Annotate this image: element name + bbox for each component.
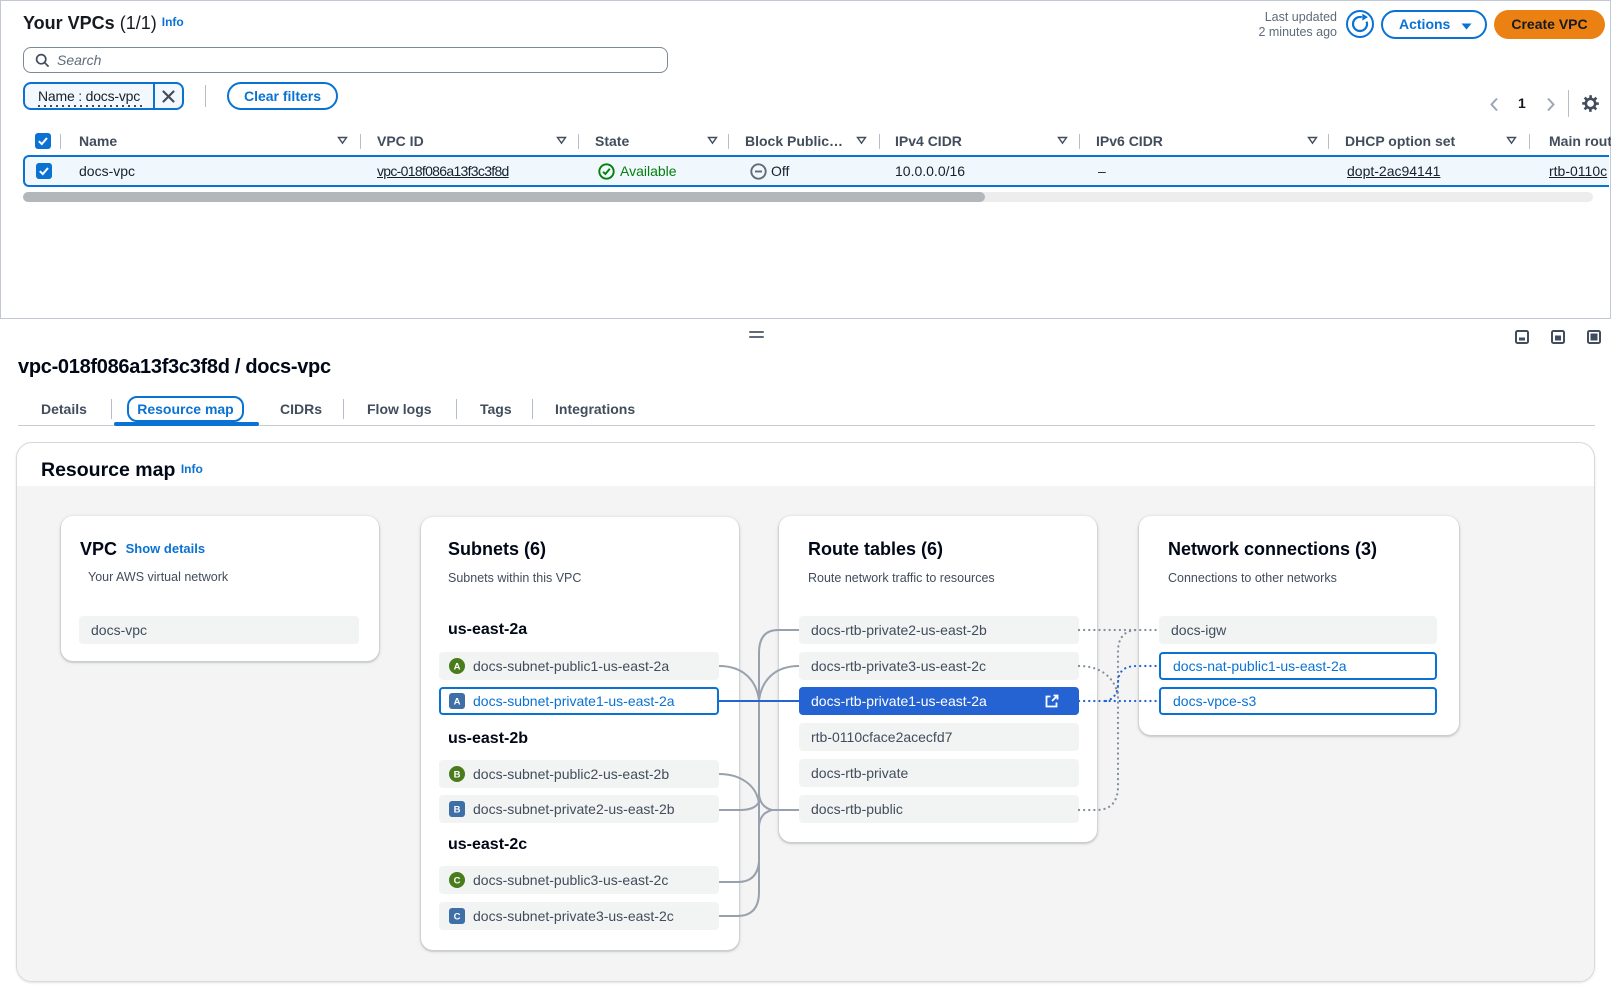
svg-text:C: C: [454, 876, 461, 887]
svg-text:B: B: [454, 770, 461, 781]
svg-text:C: C: [454, 912, 461, 923]
svg-text:B: B: [454, 805, 461, 816]
svg-text:A: A: [454, 662, 461, 673]
svg-text:A: A: [454, 697, 461, 708]
